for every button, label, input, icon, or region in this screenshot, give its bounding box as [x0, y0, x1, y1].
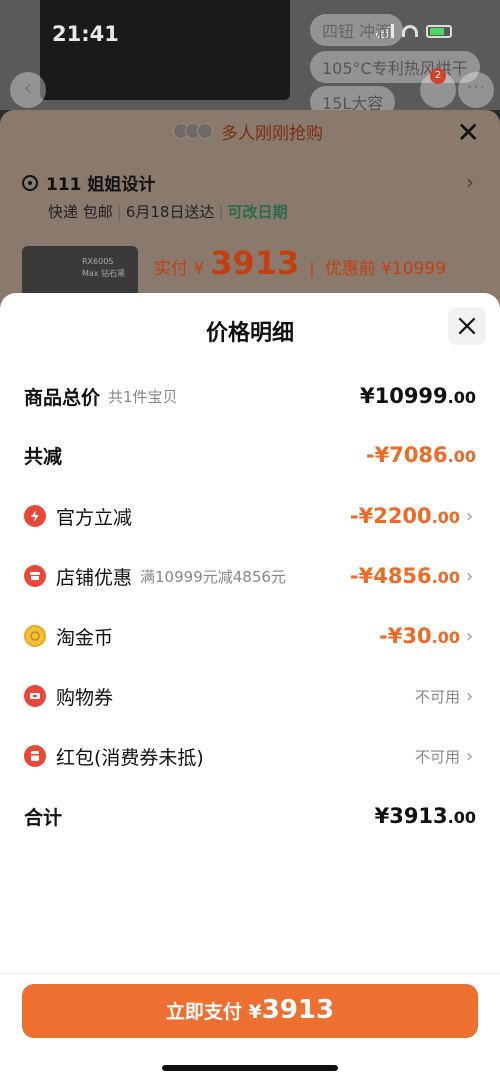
chevron-right-icon: ›: [466, 170, 474, 194]
ship-method: 快递 包邮: [48, 203, 113, 221]
banner-text: 多人刚刚抢购: [221, 123, 323, 144]
row-sub: 满10999元减4856元: [140, 567, 286, 586]
address-row[interactable]: 111 姐姐设计: [22, 170, 155, 195]
back-button[interactable]: ‹: [10, 72, 46, 108]
ticket-icon: [24, 685, 46, 707]
chevron-right-icon: ›: [466, 505, 474, 527]
row-label: 共减: [24, 445, 63, 468]
battery-icon: [426, 24, 452, 38]
shopping-voucher-row[interactable]: 购物券 不可用 ›: [24, 676, 476, 716]
grand-total-row: 合计 ¥3913.00: [24, 796, 476, 836]
divider: [0, 973, 500, 974]
row-label: 红包(消费券未抵): [56, 746, 204, 769]
sheet-close-icon[interactable]: ✕: [457, 116, 480, 149]
taojinbi-row[interactable]: 淘金币 -¥30.00 ›: [24, 616, 476, 656]
feature-pill: 15L大容: [310, 86, 396, 110]
row-label: 购物券: [56, 686, 114, 709]
unavailable-status: 不可用: [414, 687, 460, 706]
pay-amount: 3913: [210, 244, 300, 282]
price-detail-modal: 价格明细 商品总价 共1件宝贝 ¥10999.00 共减 -¥7086.00 官…: [0, 293, 500, 1081]
row-label: 商品总价: [24, 386, 101, 409]
official-discount-row[interactable]: 官方立减 -¥2200.00 ›: [24, 496, 476, 536]
chevron-right-icon: ›: [466, 745, 474, 767]
change-date-link[interactable]: 可改日期: [228, 203, 288, 221]
status-time: 21:41: [52, 22, 119, 46]
row-amount: ¥10999.00: [359, 384, 476, 408]
pay-label: 实付 ¥: [154, 259, 205, 279]
home-indicator: [162, 1065, 338, 1071]
row-amount: -¥2200.00: [349, 504, 460, 528]
payable-price: 实付 ¥ 3913 | 优惠前 ¥10999: [154, 244, 446, 282]
pay-now-button[interactable]: 立即支付 ¥ 3913: [22, 984, 478, 1038]
original-price: 优惠前 ¥10999: [324, 259, 446, 279]
lightning-icon: [24, 505, 46, 527]
product-image: [40, 0, 290, 100]
wifi-icon: [402, 25, 418, 37]
row-amount: -¥4856.00: [349, 564, 460, 588]
buyer-avatars: [173, 123, 213, 139]
red-packet-icon: [24, 745, 46, 767]
coin-icon: [24, 625, 46, 647]
modal-title: 价格明细: [205, 321, 294, 346]
close-icon: [458, 317, 476, 335]
row-label: 店铺优惠: [56, 566, 133, 589]
feature-pill: 四钮 冲滴: [310, 14, 404, 46]
purchase-banner: 多人刚刚抢购: [0, 110, 500, 152]
ship-date: 6月18日送达: [125, 203, 215, 221]
chevron-right-icon: ›: [466, 685, 474, 707]
row-amount: -¥30.00: [379, 624, 460, 648]
chevron-right-icon: ›: [466, 625, 474, 647]
close-button[interactable]: [448, 307, 486, 345]
thumbnail-text: RX600S Max 钻石黑: [82, 257, 126, 278]
total-discount-row: 共减 -¥7086.00: [24, 435, 476, 475]
more-button[interactable]: ···: [458, 72, 494, 108]
shop-icon: [24, 565, 46, 587]
pay-button-amount: 3913: [261, 995, 335, 1025]
shop-discount-row[interactable]: 店铺优惠 满10999元减4856元 -¥4856.00 ›: [24, 556, 476, 596]
address-name: 111 姐姐设计: [46, 175, 156, 195]
row-label: 官方立减: [56, 506, 133, 529]
cart-badge: 2: [430, 68, 446, 84]
total-goods-row: 商品总价 共1件宝贝 ¥10999.00: [24, 376, 476, 416]
product-header-background: 21:41 四钮 冲滴 105°C专利热风烘干 15L大容 ‹ 2 ···: [0, 0, 500, 110]
row-label: 淘金币: [56, 626, 114, 649]
row-amount: -¥7086.00: [365, 443, 476, 467]
chevron-right-icon: ›: [466, 565, 474, 587]
location-icon: [22, 174, 38, 191]
feature-pill: 105°C专利热风烘干: [310, 51, 480, 83]
pay-button-label: 立即支付 ¥: [165, 1001, 262, 1023]
checkout-sheet-background: 多人刚刚抢购 ✕ 111 姐姐设计 › 快递 包邮 | 6月18日送达 | 可改日期 R…: [0, 110, 500, 316]
row-sub: 共1件宝贝: [108, 387, 178, 406]
shipping-info: 快递 包邮 | 6月18日送达 | 可改日期: [48, 203, 288, 221]
row-label: 合计: [24, 806, 63, 829]
red-packet-row[interactable]: 红包(消费券未抵) 不可用 ›: [24, 736, 476, 776]
unavailable-status: 不可用: [414, 747, 460, 766]
row-amount: ¥3913.00: [374, 804, 476, 828]
